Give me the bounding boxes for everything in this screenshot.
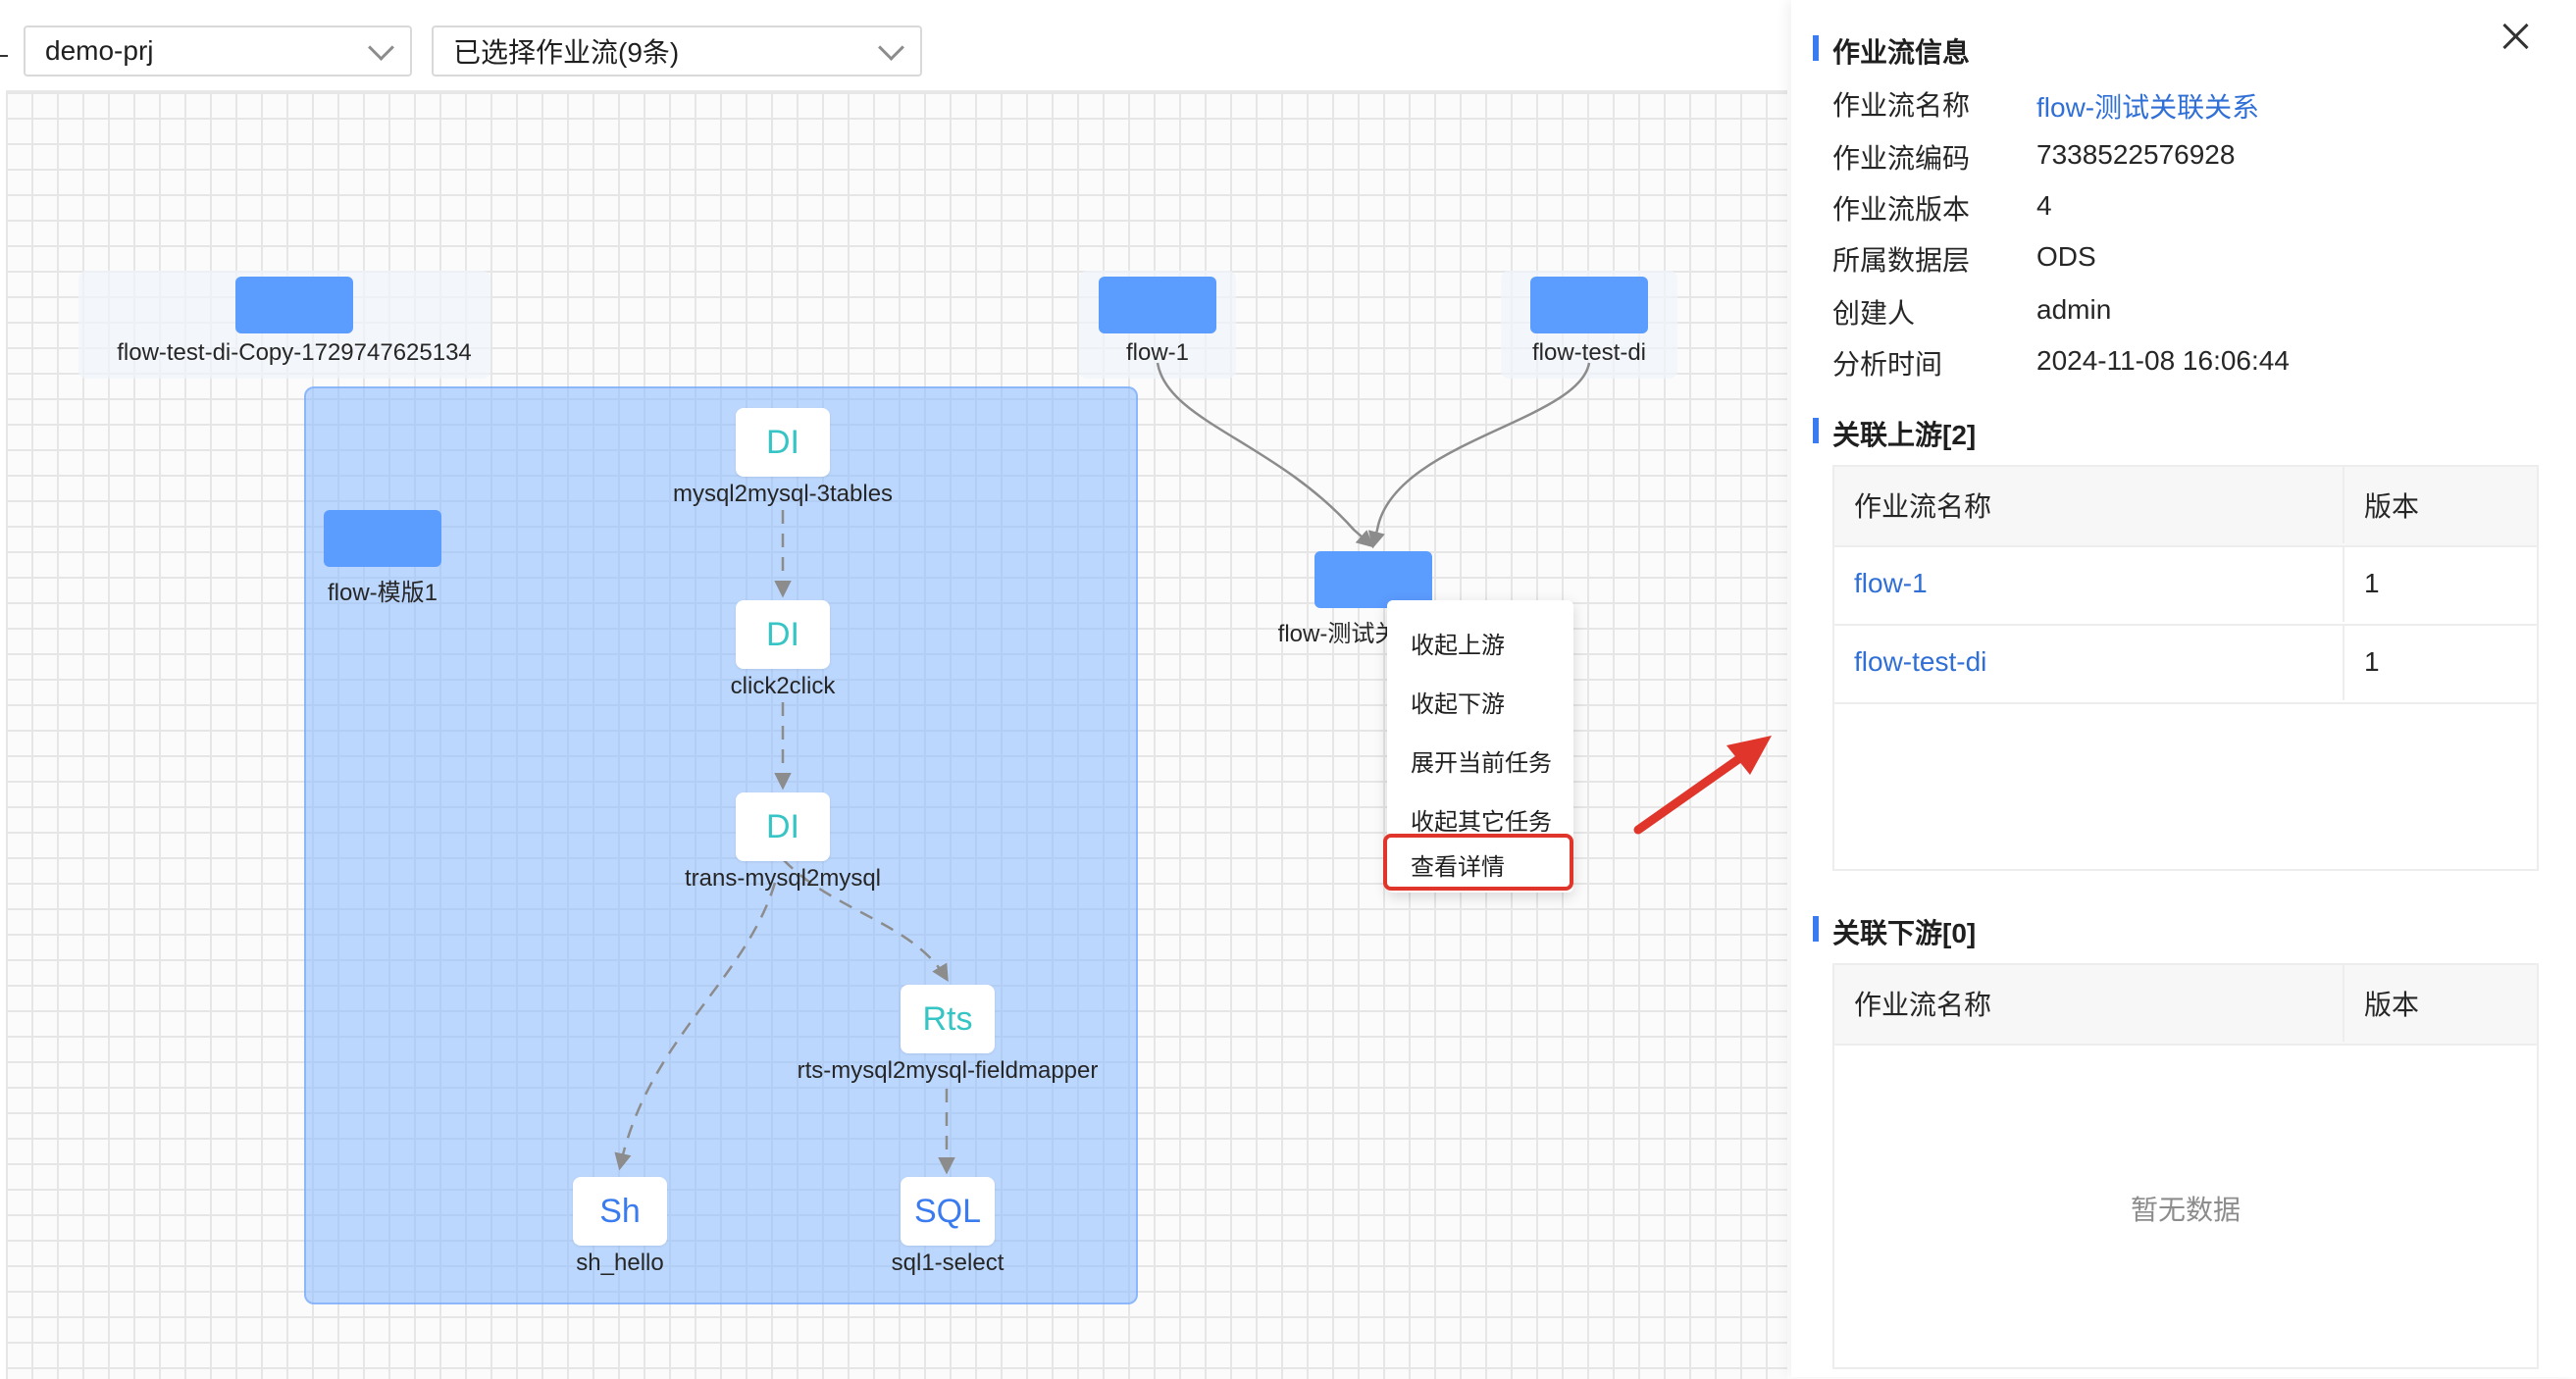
menu-item-collapse-downstream[interactable]: 收起下游 xyxy=(1411,685,1505,719)
upstream-version: 1 xyxy=(2364,568,2380,598)
view-details-highlight xyxy=(1383,834,1573,891)
upstream-link[interactable]: flow-1 xyxy=(1854,545,1928,622)
info-label-layer: 所属数据层 xyxy=(1832,245,1971,276)
column-divider xyxy=(2343,545,2344,622)
info-value-creator: admin xyxy=(2036,294,2112,325)
edge-flow1-to-current xyxy=(1158,363,1589,510)
flow-node-label: flow-模版1 xyxy=(327,580,438,606)
table-row: flow-test-di 1 xyxy=(1834,624,2537,704)
menu-item-expand-current[interactable]: 展开当前任务 xyxy=(1411,743,1552,778)
pointer-arrowhead xyxy=(1726,736,1772,775)
flow-node-copy[interactable] xyxy=(235,277,353,333)
upstream-version: 1 xyxy=(2364,646,2380,677)
flow-node-label: flow-1 xyxy=(1125,339,1190,366)
menu-item-collapse-others[interactable]: 收起其它任务 xyxy=(1411,802,1552,837)
flow-node-template[interactable] xyxy=(324,510,441,567)
column-divider xyxy=(2343,467,2344,543)
pointer-arrow xyxy=(1633,750,1749,835)
edge-t3-t5 xyxy=(614,882,777,1171)
task-node-label: rts-mysql2mysql-fieldmapper xyxy=(797,1057,1099,1084)
edge-flow1-to-current xyxy=(1156,362,1374,548)
task-node-di[interactable]: DI xyxy=(736,408,830,477)
column-divider xyxy=(2343,624,2344,700)
task-node-sql[interactable]: SQL xyxy=(901,1177,995,1246)
empty-state-text: 暂无数据 xyxy=(2130,1195,2241,1225)
column-divider xyxy=(2343,965,2344,1042)
task-node-label: trans-mysql2mysql xyxy=(684,865,882,892)
task-node-sh[interactable]: Sh xyxy=(573,1177,667,1246)
info-label-code: 作业流编码 xyxy=(1832,143,1971,174)
upstream-link[interactable]: flow-test-di xyxy=(1854,624,1986,700)
task-node-label: sh_hello xyxy=(576,1250,664,1276)
table-header: 作业流名称 版本 xyxy=(1834,467,2537,547)
column-header-name: 作业流名称 xyxy=(1854,990,1992,1020)
close-icon[interactable] xyxy=(2501,22,2531,51)
info-label-version: 作业流版本 xyxy=(1832,194,1971,225)
info-label-name: 作业流名称 xyxy=(1832,90,1971,121)
upstream-table: 作业流名称 版本 flow-1 1 flow-test-di 1 xyxy=(1832,465,2539,871)
task-node-rts[interactable]: Rts xyxy=(901,985,995,1053)
column-header-name: 作业流名称 xyxy=(1854,491,1992,522)
edge-testdi-to-current xyxy=(1367,362,1591,549)
info-value-code: 7338522576928 xyxy=(2036,139,2236,170)
column-header-version: 版本 xyxy=(2364,491,2420,522)
info-label-time: 分析时间 xyxy=(1832,349,1943,380)
flow-node-testdi[interactable] xyxy=(1530,277,1648,333)
section-title-upstream: 关联上游[2] xyxy=(1813,414,1976,453)
info-label-creator: 创建人 xyxy=(1832,298,1916,329)
info-value-time: 2024-11-08 16:06:44 xyxy=(2036,345,2290,376)
menu-item-collapse-upstream[interactable]: 收起上游 xyxy=(1411,626,1505,660)
flow-node-label: flow-test-di-Copy-1729747625134 xyxy=(117,339,472,366)
flow-node-label: flow-test-di xyxy=(1531,339,1647,366)
info-value-layer: ODS xyxy=(2036,241,2096,272)
task-node-di[interactable]: DI xyxy=(736,600,830,669)
table-row: flow-1 1 xyxy=(1834,545,2537,626)
flow-node-flow1[interactable] xyxy=(1099,277,1216,333)
task-node-di[interactable]: DI xyxy=(736,792,830,861)
task-node-label: mysql2mysql-3tables xyxy=(672,481,894,507)
column-header-version: 版本 xyxy=(2364,990,2420,1020)
info-value-name[interactable]: flow-测试关联关系 xyxy=(2036,86,2259,126)
table-header: 作业流名称 版本 xyxy=(1834,965,2537,1046)
section-title-info: 作业流信息 xyxy=(1813,31,1970,71)
task-node-label: sql1-select xyxy=(891,1250,1005,1276)
section-title-downstream: 关联下游[0] xyxy=(1813,912,1976,951)
info-value-version: 4 xyxy=(2036,190,2052,221)
task-node-label: click2click xyxy=(730,673,836,699)
downstream-table: 作业流名称 版本 暂无数据 xyxy=(1832,963,2539,1369)
